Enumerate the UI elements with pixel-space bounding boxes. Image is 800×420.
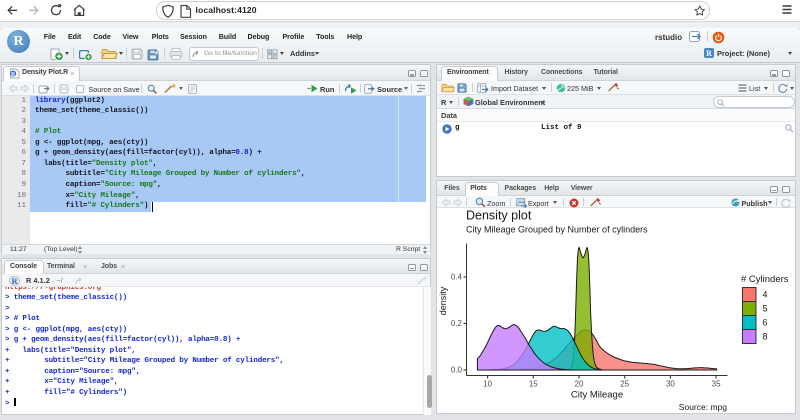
svg-text:Source: mpg: Source: mpg <box>679 402 727 412</box>
svg-text:0.4: 0.4 <box>451 273 463 282</box>
svg-text:10: 10 <box>483 380 492 389</box>
svg-text:density: density <box>438 286 448 315</box>
svg-text:0.0: 0.0 <box>451 366 463 375</box>
svg-text:0.2: 0.2 <box>451 319 463 328</box>
svg-text:R: R <box>706 49 712 58</box>
svg-text:4: 4 <box>763 290 768 300</box>
svg-text:R: R <box>12 276 19 286</box>
svg-text:30: 30 <box>666 380 675 389</box>
svg-text:Density plot: Density plot <box>466 209 532 223</box>
svg-text:# Cylinders: # Cylinders <box>741 274 789 285</box>
svg-text:20: 20 <box>575 380 584 389</box>
svg-text:5: 5 <box>763 304 768 314</box>
svg-text:R: R <box>11 72 16 78</box>
svg-text:City Mileage: City Mileage <box>571 390 623 401</box>
svg-text:6: 6 <box>763 318 768 328</box>
svg-text:15: 15 <box>529 380 538 389</box>
svg-text:35: 35 <box>712 380 721 389</box>
svg-text:City Mileage Grouped by Number: City Mileage Grouped by Number of cylind… <box>466 224 648 234</box>
svg-text:25: 25 <box>620 380 629 389</box>
svg-text:8: 8 <box>763 332 768 342</box>
